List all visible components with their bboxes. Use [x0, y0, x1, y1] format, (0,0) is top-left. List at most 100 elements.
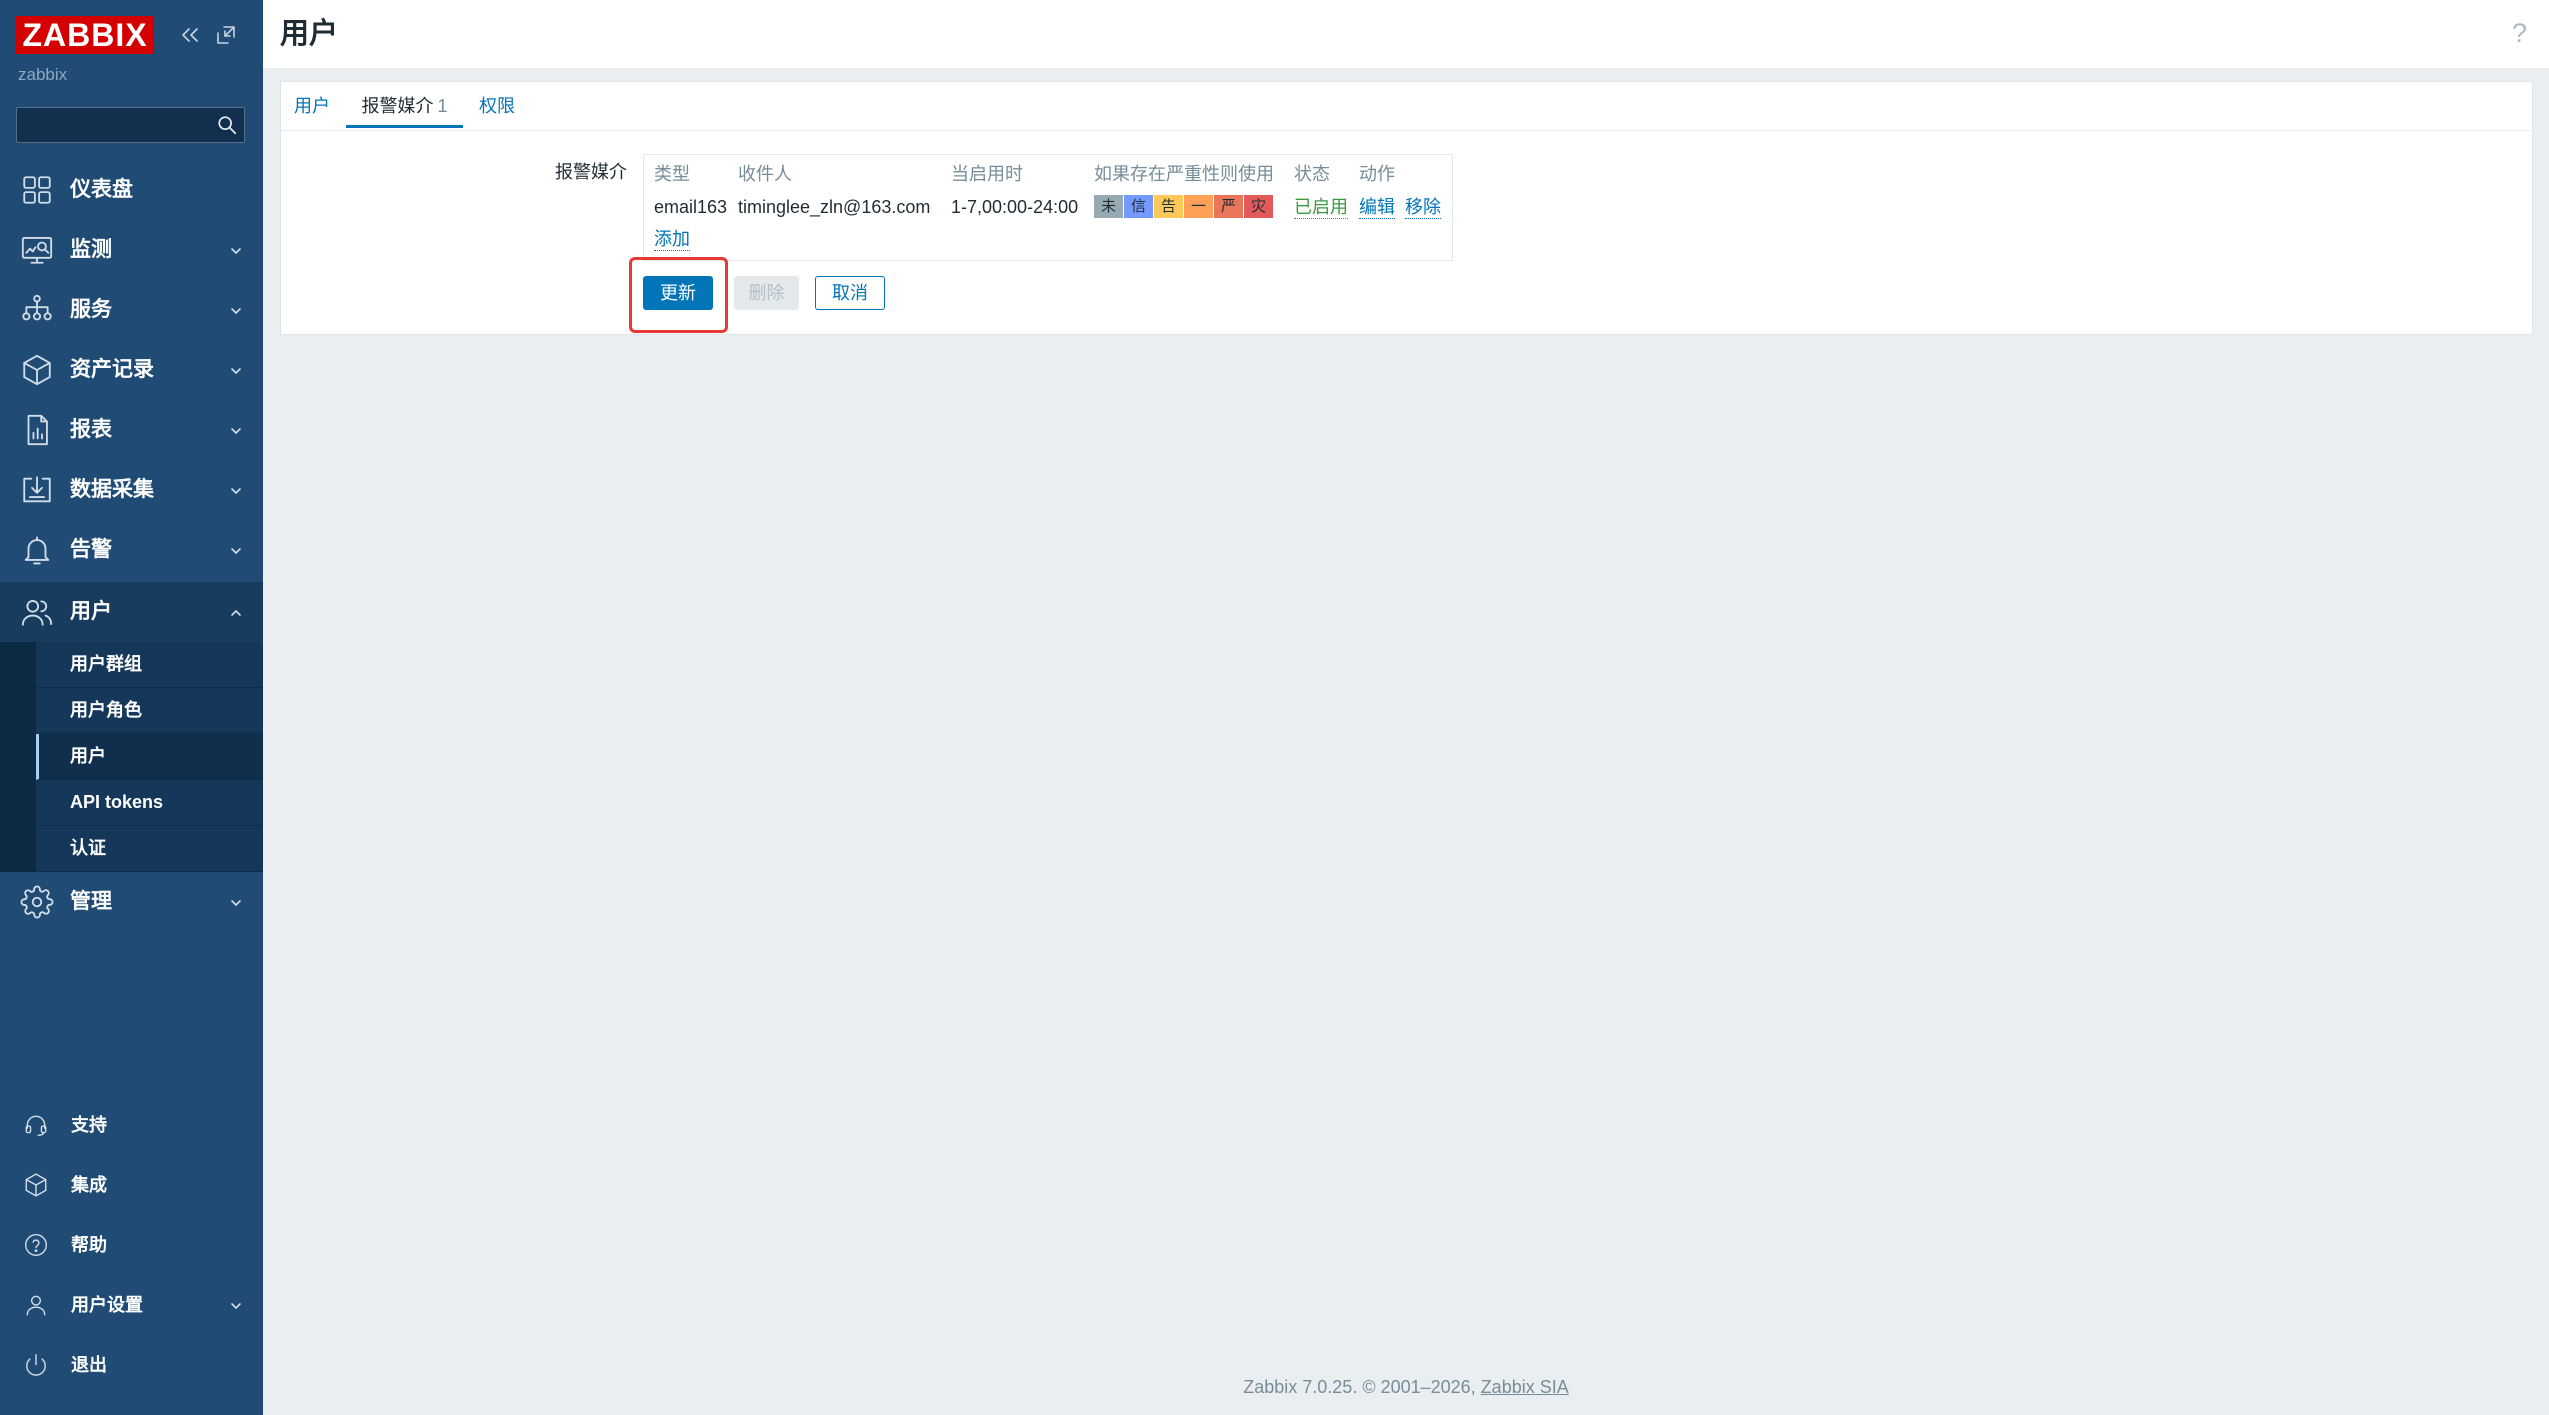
- severity-disaster: 灾: [1244, 195, 1273, 218]
- help-icon: [23, 1232, 49, 1258]
- media-send-to-cell: timinglee_zln@163.com: [738, 197, 931, 217]
- menu-item-label: 用户设置: [71, 1295, 143, 1315]
- menu-item-label: 集成: [71, 1175, 107, 1195]
- user-settings-icon: [23, 1292, 49, 1318]
- menu-item-label: 报表: [70, 418, 112, 441]
- menu-item-data-collection[interactable]: 数据采集: [0, 460, 263, 520]
- dashboard-icon: [20, 173, 54, 207]
- chevron-down-icon: [230, 1299, 242, 1311]
- menu-item-label: 退出: [71, 1355, 107, 1375]
- hide-sidebar-icon[interactable]: [214, 23, 238, 47]
- collapse-sidebar-icon[interactable]: [178, 23, 202, 47]
- chevron-down-icon: [230, 364, 242, 376]
- media-type-cell: email163: [654, 197, 728, 217]
- severity-high: 严: [1214, 195, 1243, 218]
- menu-item-administration[interactable]: 管理: [0, 872, 263, 932]
- integrations-icon: [23, 1172, 49, 1198]
- chevron-down-icon: [230, 544, 242, 556]
- menu-item-label: 仪表盘: [70, 178, 133, 201]
- tab-permissions[interactable]: 权限: [463, 82, 531, 130]
- user-form-panel: 用户 报警媒介 1 权限 报警媒介 类型 收件人 当启用时 如果存在严重性则使用 …: [280, 81, 2533, 335]
- users-icon: [20, 595, 54, 629]
- menu-item-monitoring[interactable]: 监测: [0, 220, 263, 280]
- remove-media-link[interactable]: 移除: [1405, 196, 1441, 219]
- severity-warning: 告: [1154, 195, 1183, 218]
- menu-item-label: 用户: [70, 600, 112, 623]
- help-icon[interactable]: ?: [2512, 0, 2527, 66]
- edit-media-link[interactable]: 编辑: [1359, 196, 1395, 219]
- services-icon: [20, 293, 54, 327]
- add-media-link[interactable]: 添加: [654, 228, 690, 251]
- submenu-strip: [0, 642, 36, 872]
- menu-item-reports[interactable]: 报表: [0, 400, 263, 460]
- menu-item-support[interactable]: 支持: [0, 1095, 263, 1155]
- menu-item-user-settings[interactable]: 用户设置: [0, 1275, 263, 1335]
- menu-item-inventory[interactable]: 资产记录: [0, 340, 263, 400]
- submenu-item-user-groups[interactable]: 用户群组: [36, 642, 263, 688]
- menu-item-integrations[interactable]: 集成: [0, 1155, 263, 1215]
- submenu-item-label: 用户角色: [70, 700, 142, 720]
- tab-label: 用户: [294, 96, 330, 116]
- menu-item-label: 资产记录: [70, 358, 154, 381]
- severity-information: 信: [1124, 195, 1153, 218]
- tab-bar: 用户 报警媒介 1 权限: [281, 82, 2532, 131]
- media-when-active-cell: 1-7,00:00-24:00: [951, 197, 1079, 217]
- menu-item-alerts[interactable]: 告警: [0, 520, 263, 580]
- menu-item-label: 数据采集: [70, 478, 154, 501]
- column-header-action: 动作: [1359, 164, 1395, 184]
- reports-icon: [20, 413, 54, 447]
- tab-count-badge: 1: [437, 96, 448, 116]
- chevron-up-icon: [230, 606, 242, 618]
- tab-user[interactable]: 用户: [281, 82, 343, 130]
- zabbix-logo[interactable]: ZABBIX: [16, 16, 154, 54]
- data-collection-icon: [20, 473, 54, 507]
- highlight-annotation: [629, 257, 728, 333]
- menu-item-label: 管理: [70, 890, 112, 913]
- tab-label: 权限: [479, 96, 515, 116]
- submenu-item-label: API tokens: [70, 792, 164, 812]
- menu-item-users[interactable]: 用户: [0, 582, 263, 642]
- media-field-label: 报警媒介: [555, 162, 627, 182]
- search-input[interactable]: [17, 108, 207, 142]
- media-status-toggle[interactable]: 已启用: [1294, 196, 1348, 219]
- chevron-down-icon: [230, 244, 242, 256]
- column-header-when-active: 当启用时: [951, 164, 1023, 184]
- submenu-item-users[interactable]: 用户: [36, 734, 263, 780]
- submenu-item-api-tokens[interactable]: API tokens: [36, 780, 263, 826]
- cancel-button[interactable]: 取消: [815, 276, 885, 310]
- chevron-down-icon: [230, 424, 242, 436]
- chevron-down-icon: [230, 896, 242, 908]
- menu-item-services[interactable]: 服务: [0, 280, 263, 340]
- page-title: 用户: [280, 18, 339, 50]
- severity-indicator: 未 信 告 一 严 灾: [1094, 195, 1274, 218]
- column-header-type: 类型: [654, 164, 690, 184]
- severity-not-classified: 未: [1094, 195, 1123, 218]
- submenu-item-authentication[interactable]: 认证: [36, 826, 263, 872]
- column-header-status: 状态: [1294, 164, 1330, 184]
- chevron-down-icon: [230, 484, 242, 496]
- search-box: [16, 107, 245, 143]
- menu-item-help[interactable]: 帮助: [0, 1215, 263, 1275]
- submenu-item-label: 用户群组: [70, 654, 142, 674]
- footer: Zabbix 7.0.25. © 2001–2026, Zabbix SIA: [263, 1373, 2549, 1401]
- footer-company-link[interactable]: Zabbix SIA: [1481, 1377, 1569, 1397]
- search-icon[interactable]: [216, 114, 238, 136]
- support-icon: [23, 1112, 49, 1138]
- inventory-icon: [20, 353, 54, 387]
- monitoring-icon: [20, 233, 54, 267]
- active-tab-indicator: [346, 125, 463, 128]
- users-submenu: 用户群组 用户角色 用户 API tokens 认证: [0, 642, 263, 872]
- page-header: 用户 ?: [263, 0, 2549, 68]
- menu-item-label: 帮助: [71, 1235, 107, 1255]
- menu-item-sign-out[interactable]: 退出: [0, 1335, 263, 1395]
- sidebar: ZABBIX zabbix 仪表盘 监测 服务 资产记录 报表 数据采集 告警 …: [0, 0, 263, 1415]
- submenu-item-user-roles[interactable]: 用户角色: [36, 688, 263, 734]
- menu-item-label: 支持: [71, 1115, 107, 1135]
- sign-out-icon: [23, 1352, 49, 1378]
- tab-media[interactable]: 报警媒介 1: [346, 82, 463, 130]
- alerts-icon: [20, 533, 54, 567]
- administration-icon: [20, 885, 54, 919]
- tab-label: 报警媒介: [361, 96, 434, 116]
- menu-item-dashboard[interactable]: 仪表盘: [0, 160, 263, 220]
- menu-item-label: 服务: [70, 298, 112, 321]
